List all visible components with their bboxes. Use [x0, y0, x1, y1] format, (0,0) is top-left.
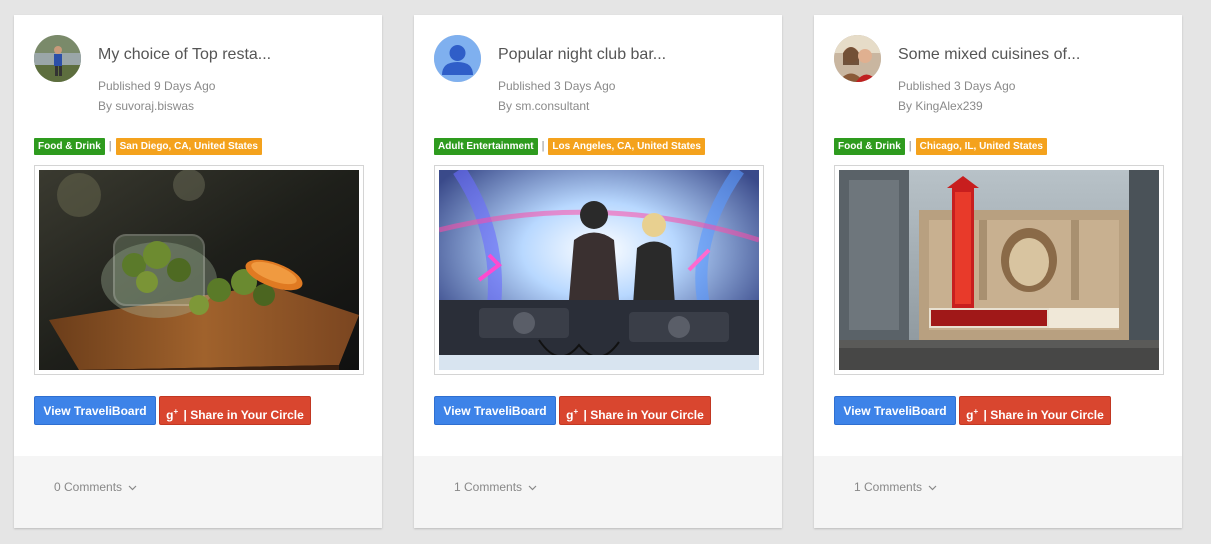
published-date: Published 3 Days Ago [498, 79, 616, 93]
category-tag[interactable]: Adult Entertainment [434, 137, 538, 155]
chevron-down-icon [128, 485, 137, 491]
view-traveliboard-button[interactable]: View TraveliBoard [34, 396, 156, 425]
author[interactable]: By KingAlex239 [898, 99, 983, 113]
view-traveliboard-button[interactable]: View TraveliBoard [834, 396, 956, 425]
comments-toggle[interactable]: 1 Comments [854, 480, 937, 494]
location-tag[interactable]: San Diego, CA, United States [115, 137, 262, 155]
share-button-label: | Share in Your Circle [583, 408, 704, 422]
comments-count: 0 Comments [54, 480, 123, 494]
category-tag[interactable]: Food & Drink [34, 137, 105, 155]
published-date: Published 9 Days Ago [98, 79, 216, 93]
avatar[interactable] [834, 35, 881, 82]
chevron-down-icon [528, 485, 537, 491]
comments-count: 1 Comments [454, 480, 523, 494]
post-photo[interactable] [834, 165, 1164, 375]
published-date: Published 3 Days Ago [898, 79, 1016, 93]
google-plus-icon: g+ [966, 407, 979, 422]
post-title[interactable]: Popular night club bar... [498, 46, 768, 64]
author[interactable]: By sm.consultant [498, 99, 589, 113]
traveliboard-feed: My choice of Top resta... Published 9 Da… [0, 0, 1211, 544]
location-tag[interactable]: Los Angeles, CA, United States [548, 137, 705, 155]
post-photo[interactable] [34, 165, 364, 375]
tag-separator: | [541, 140, 545, 152]
location-tag[interactable]: Chicago, IL, United States [915, 137, 1047, 155]
avatar[interactable] [434, 35, 481, 82]
chevron-down-icon [928, 485, 937, 491]
author[interactable]: By suvoraj.biswas [98, 99, 194, 113]
post-card: Popular night club bar... Published 3 Da… [414, 15, 782, 528]
post-title[interactable]: Some mixed cuisines of... [898, 46, 1168, 64]
comments-toggle[interactable]: 0 Comments [54, 480, 137, 494]
card-footer: 1 Comments [814, 456, 1182, 528]
post-card: Some mixed cuisines of... Published 3 Da… [814, 15, 1182, 528]
tag-list: Food & Drink | Chicago, IL, United State… [834, 137, 1047, 155]
tag-list: Food & Drink | San Diego, CA, United Sta… [34, 137, 262, 155]
share-in-circle-button[interactable]: g+ | Share in Your Circle [959, 396, 1111, 425]
tag-list: Adult Entertainment | Los Angeles, CA, U… [434, 137, 705, 155]
default-user-icon [434, 35, 481, 82]
share-in-circle-button[interactable]: g+ | Share in Your Circle [159, 396, 311, 425]
card-footer: 0 Comments [14, 456, 382, 528]
chicago-theatre-photo [839, 170, 1159, 370]
share-in-circle-button[interactable]: g+ | Share in Your Circle [559, 396, 711, 425]
google-plus-icon: g+ [566, 407, 579, 422]
share-button-label: | Share in Your Circle [183, 408, 304, 422]
view-traveliboard-button[interactable]: View TraveliBoard [434, 396, 556, 425]
card-footer: 1 Comments [414, 456, 782, 528]
comments-toggle[interactable]: 1 Comments [454, 480, 537, 494]
post-title[interactable]: My choice of Top resta... [98, 46, 368, 64]
salad-jar-photo [39, 170, 359, 370]
dj-nightclub-photo [439, 170, 759, 370]
post-photo[interactable] [434, 165, 764, 375]
share-button-label: | Share in Your Circle [983, 408, 1104, 422]
tag-separator: | [908, 140, 912, 152]
avatar[interactable] [34, 35, 81, 82]
google-plus-icon: g+ [166, 407, 179, 422]
comments-count: 1 Comments [854, 480, 923, 494]
post-card: My choice of Top resta... Published 9 Da… [14, 15, 382, 528]
tag-separator: | [108, 140, 112, 152]
category-tag[interactable]: Food & Drink [834, 137, 905, 155]
